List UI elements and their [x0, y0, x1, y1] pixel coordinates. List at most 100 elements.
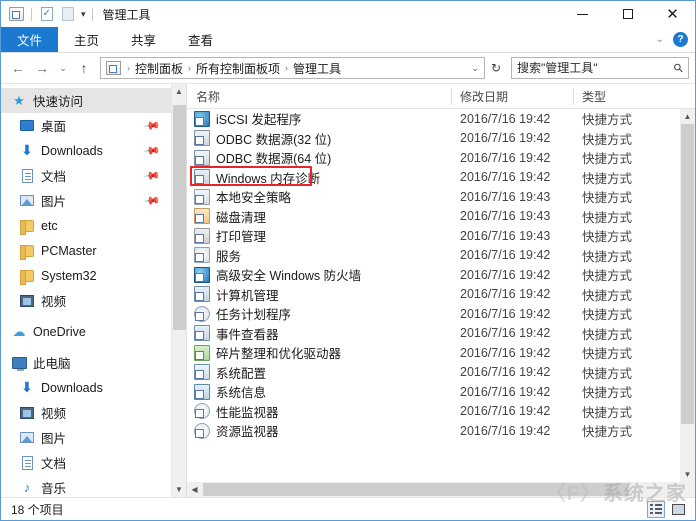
sidebar-item-label: 视频	[41, 407, 67, 421]
column-header-date[interactable]: 修改日期	[451, 84, 573, 109]
table-row[interactable]: 高级安全 Windows 防火墙 2016/7/16 19:42 快捷方式	[187, 265, 680, 285]
toolbar-divider	[31, 7, 32, 21]
chevron-down-icon[interactable]: ⌄	[656, 34, 664, 45]
details-view-icon	[650, 504, 662, 514]
scroll-up-icon[interactable]: ▲	[680, 109, 695, 124]
table-row[interactable]: 资源监视器 2016/7/16 19:42 快捷方式	[187, 421, 680, 441]
table-row[interactable]: 计算机管理 2016/7/16 19:42 快捷方式	[187, 285, 680, 305]
sidebar-scroll-track[interactable]	[172, 99, 187, 482]
column-header-type[interactable]: 类型	[573, 84, 653, 109]
folder-icon	[19, 243, 35, 260]
scroll-up-icon[interactable]: ▲	[172, 84, 187, 99]
sidebar-item-label: 视频	[41, 295, 67, 309]
chevron-down-icon[interactable]: ▾	[81, 9, 86, 20]
horizontal-scrollbar[interactable]: ◀	[187, 482, 695, 497]
sidebar-item-videos[interactable]: 视频	[1, 288, 171, 313]
close-button[interactable]: ✕	[650, 1, 695, 27]
sidebar-item-quick-access[interactable]: ★ 快速访问	[1, 88, 171, 113]
new-folder-icon[interactable]	[59, 6, 76, 23]
pin-icon[interactable]: 📌	[143, 191, 162, 210]
folder-properties-icon[interactable]	[8, 6, 25, 23]
file-list-scroll-thumb[interactable]	[681, 124, 694, 424]
table-row[interactable]: 事件查看器 2016/7/16 19:42 快捷方式	[187, 324, 680, 344]
large-icons-view-button[interactable]	[669, 501, 687, 518]
explorer-body: ★ 快速访问 桌面 📌 ⬇ Downloads 📌 文档 📌 图片 📌 etc …	[1, 83, 695, 497]
table-row-highlighted[interactable]: Windows 内存诊断 2016/7/16 19:42 快捷方式	[187, 168, 680, 188]
breadcrumb-item-0[interactable]: 控制面板	[133, 60, 185, 77]
recent-locations-button[interactable]: ⌄	[55, 57, 71, 79]
help-icon[interactable]: ?	[673, 32, 688, 47]
up-button[interactable]: ↑	[73, 57, 95, 79]
scroll-left-icon[interactable]: ◀	[187, 482, 202, 497]
sidebar-item-pc-pictures[interactable]: 图片	[1, 425, 171, 450]
properties-icon[interactable]	[38, 6, 55, 23]
sidebar-item-pcmaster[interactable]: PCMaster	[1, 238, 171, 263]
tab-home[interactable]: 主页	[58, 27, 115, 52]
horizontal-scroll-thumb[interactable]	[203, 483, 628, 496]
sidebar-item-downloads[interactable]: ⬇ Downloads 📌	[1, 138, 171, 163]
navigation-list: ★ 快速访问 桌面 📌 ⬇ Downloads 📌 文档 📌 图片 📌 etc …	[1, 84, 171, 497]
table-row[interactable]: iSCSI 发起程序 2016/7/16 19:42 快捷方式	[187, 109, 680, 129]
table-row[interactable]: ODBC 数据源(32 位) 2016/7/16 19:42 快捷方式	[187, 129, 680, 149]
sidebar-item-etc[interactable]: etc	[1, 213, 171, 238]
file-list-scroll-track[interactable]	[680, 124, 695, 467]
scroll-down-icon[interactable]: ▼	[172, 482, 187, 497]
table-row[interactable]: 服务 2016/7/16 19:42 快捷方式	[187, 246, 680, 266]
search-input[interactable]	[517, 61, 675, 75]
breadcrumb-item-2[interactable]: 管理工具	[291, 60, 343, 77]
sidebar-item-pc-music[interactable]: ♪ 音乐	[1, 475, 171, 497]
pin-icon[interactable]: 📌	[143, 166, 162, 185]
download-icon: ⬇	[21, 379, 33, 395]
back-button[interactable]: ←	[7, 57, 29, 79]
table-row[interactable]: 性能监视器 2016/7/16 19:42 快捷方式	[187, 402, 680, 422]
sidebar-item-pc-documents[interactable]: 文档	[1, 450, 171, 475]
table-row[interactable]: 本地安全策略 2016/7/16 19:43 快捷方式	[187, 187, 680, 207]
table-row[interactable]: 碎片整理和优化驱动器 2016/7/16 19:42 快捷方式	[187, 343, 680, 363]
file-date-cell: 2016/7/16 19:42	[460, 150, 551, 165]
sidebar-scrollbar[interactable]: ▲ ▼	[171, 84, 186, 497]
tab-share[interactable]: 共享	[115, 27, 172, 52]
table-row[interactable]: 系统配置 2016/7/16 19:42 快捷方式	[187, 363, 680, 383]
sidebar-item-pictures[interactable]: 图片 📌	[1, 188, 171, 213]
table-row[interactable]: 任务计划程序 2016/7/16 19:42 快捷方式	[187, 304, 680, 324]
sidebar-item-this-pc[interactable]: 此电脑	[1, 350, 171, 375]
chevron-down-icon[interactable]: ⌄	[471, 63, 479, 74]
sidebar-item-pc-videos[interactable]: 视频	[1, 400, 171, 425]
sidebar-item-onedrive[interactable]: ☁ OneDrive	[1, 319, 171, 344]
sidebar-item-label: 图片	[41, 432, 67, 446]
file-date-cell: 2016/7/16 19:42	[460, 404, 551, 419]
refresh-button[interactable]: ↻	[487, 61, 505, 75]
table-row[interactable]: ODBC 数据源(64 位) 2016/7/16 19:42 快捷方式	[187, 148, 680, 168]
sidebar-item-documents[interactable]: 文档 📌	[1, 163, 171, 188]
file-date-cell: 2016/7/16 19:42	[460, 170, 551, 185]
forward-button[interactable]: →	[31, 57, 53, 79]
file-name-cell: 系统信息	[187, 382, 451, 401]
search-box[interactable]: ⚲	[511, 57, 689, 79]
tab-view[interactable]: 查看	[172, 27, 229, 52]
file-list-scrollbar[interactable]: ▲ ▼	[680, 109, 695, 482]
column-header-name[interactable]: 名称	[187, 84, 451, 109]
file-name-label: 本地安全策略	[216, 191, 292, 206]
table-row[interactable]: 打印管理 2016/7/16 19:43 快捷方式	[187, 226, 680, 246]
scroll-down-icon[interactable]: ▼	[680, 467, 695, 482]
pin-icon[interactable]: 📌	[143, 141, 162, 160]
maximize-button[interactable]	[605, 1, 650, 27]
sidebar-scroll-thumb[interactable]	[172, 105, 186, 330]
table-row[interactable]: 系统信息 2016/7/16 19:42 快捷方式	[187, 382, 680, 402]
window-controls: ✕	[560, 1, 695, 27]
sidebar-item-pc-downloads[interactable]: ⬇ Downloads	[1, 375, 171, 400]
file-type-cell: 快捷方式	[582, 210, 633, 225]
minimize-button[interactable]	[560, 1, 605, 27]
breadcrumb-item-1[interactable]: 所有控制面板项	[194, 60, 282, 77]
breadcrumb[interactable]: › 控制面板 › 所有控制面板项 › 管理工具 ⌄	[100, 57, 485, 79]
sidebar-item-label: etc	[41, 218, 58, 233]
pin-icon[interactable]: 📌	[143, 116, 162, 135]
sidebar-item-desktop[interactable]: 桌面 📌	[1, 113, 171, 138]
column-header-date-label: 修改日期	[460, 89, 509, 104]
table-row[interactable]: 磁盘清理 2016/7/16 19:43 快捷方式	[187, 207, 680, 227]
file-name-label: ODBC 数据源(64 位)	[216, 152, 332, 167]
tab-file[interactable]: 文件	[1, 27, 59, 52]
column-headers: 名称 修改日期 类型	[187, 84, 695, 109]
sidebar-item-system32[interactable]: System32	[1, 263, 171, 288]
details-view-button[interactable]	[647, 500, 665, 518]
